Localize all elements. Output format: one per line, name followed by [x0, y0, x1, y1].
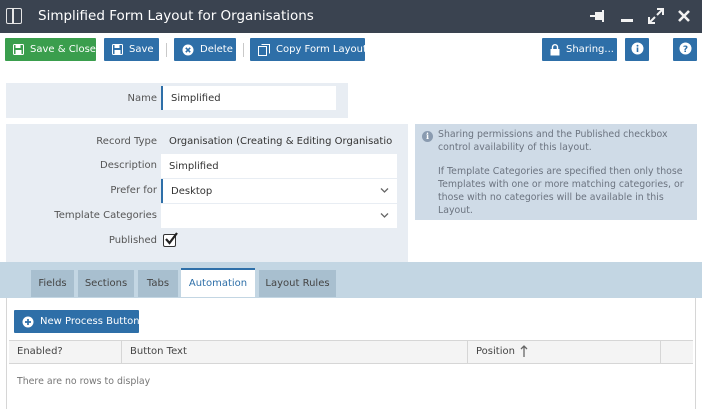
chevron-down-icon [380, 186, 389, 197]
grid-header [9, 340, 693, 364]
prefer-for-select[interactable]: Desktop [161, 179, 397, 203]
template-categories-label: Template Categories [54, 210, 157, 221]
column-header-position[interactable]: Position [476, 346, 515, 357]
info-text-line: If Template Categories are specified the… [438, 166, 683, 177]
info-text-line: those with no categories will be availab… [438, 192, 664, 203]
delete-icon [182, 44, 194, 56]
info-text-line: control availability of this layout. [438, 142, 592, 153]
column-divider [660, 340, 661, 364]
close-icon[interactable] [674, 6, 694, 26]
record-type-label: Record Type [96, 136, 157, 147]
tab-sections[interactable]: Sections [78, 270, 134, 297]
sort-ascending-icon[interactable] [520, 345, 528, 361]
help-button[interactable]: ? [673, 38, 697, 61]
description-field[interactable]: Simplified [161, 154, 397, 178]
tab-automation[interactable]: Automation [181, 268, 255, 297]
plus-circle-icon [22, 316, 34, 328]
name-label: Name [127, 93, 157, 104]
help-icon: ? [679, 42, 692, 58]
tab-fields[interactable]: Fields [31, 270, 74, 297]
copy-form-layout-button[interactable]: Copy Form Layout [250, 38, 367, 61]
save-close-button[interactable]: Save & Close [5, 38, 96, 61]
minimize-icon[interactable] [617, 6, 637, 26]
title-bar: Simplified Form Layout for Organisations [0, 0, 702, 33]
toolbar: Save & Close Save Delete Copy Form Layou… [0, 33, 702, 65]
column-header-enabled[interactable]: Enabled? [17, 346, 63, 357]
description-label: Description [100, 160, 157, 171]
checkmark-icon [165, 232, 178, 245]
maximize-icon[interactable] [646, 6, 666, 26]
delete-button[interactable]: Delete [174, 38, 236, 61]
info-text-line: Layout. [438, 205, 473, 216]
record-type-value: Organisation (Creating & Editing Organis… [169, 136, 393, 147]
column-divider [467, 340, 468, 364]
toolbar-divider [243, 43, 244, 57]
tab-tabs[interactable]: Tabs [138, 270, 178, 297]
prefer-for-label: Prefer for [110, 185, 157, 196]
chevron-down-icon [380, 211, 389, 222]
column-header-button-text[interactable]: Button Text [130, 346, 187, 357]
column-divider [121, 340, 122, 364]
info-button[interactable] [625, 38, 649, 61]
info-text-line: Templates with one or more matching cate… [438, 179, 684, 190]
template-categories-select[interactable] [161, 204, 397, 228]
sharing-button[interactable]: Sharing... [542, 38, 617, 61]
copy-icon [258, 43, 270, 56]
name-field[interactable]: Simplified [161, 86, 336, 110]
published-checkbox[interactable] [163, 232, 178, 247]
pin-icon[interactable] [589, 6, 609, 26]
info-text-line: Sharing permissions and the Published ch… [438, 129, 668, 140]
window-title: Simplified Form Layout for Organisations [38, 8, 314, 24]
form-window-icon [6, 8, 22, 24]
svg-text:?: ? [682, 45, 687, 55]
save-button[interactable]: Save [104, 38, 159, 61]
new-process-button[interactable]: New Process Button [14, 310, 140, 333]
tab-layout-rules[interactable]: Layout Rules [259, 270, 336, 297]
info-icon: i [422, 131, 433, 142]
save-icon [112, 44, 123, 55]
info-icon [631, 42, 644, 58]
save-icon [13, 44, 24, 55]
empty-grid-message: There are no rows to display [17, 376, 151, 387]
published-label: Published [108, 235, 157, 246]
toolbar-divider [166, 43, 167, 57]
lock-icon [550, 43, 560, 56]
